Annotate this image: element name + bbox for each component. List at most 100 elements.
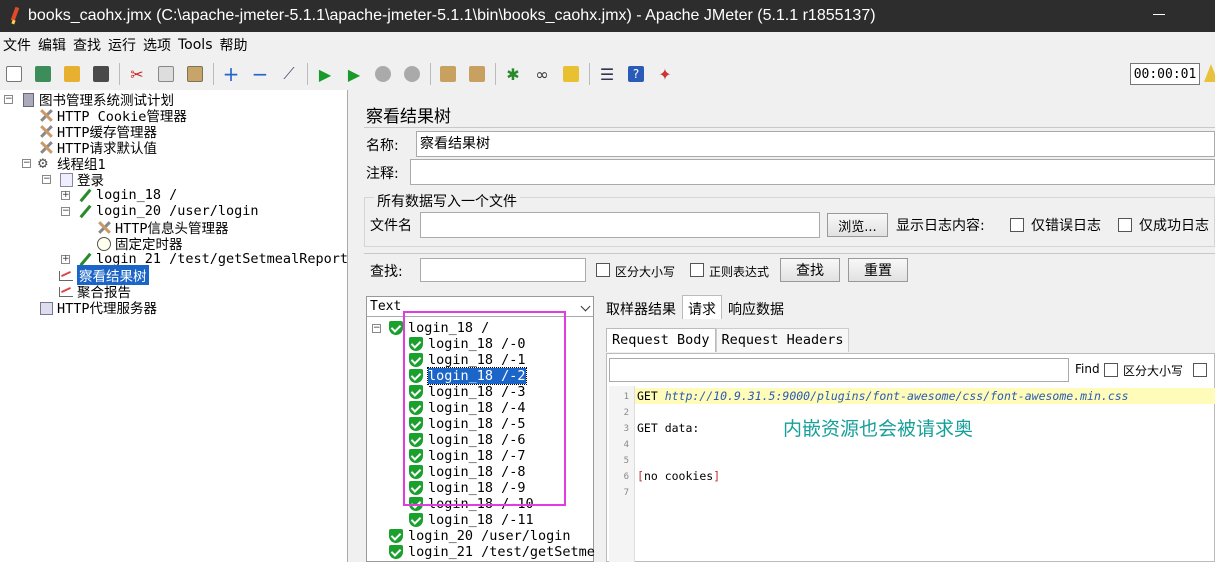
collapse-toggle[interactable]: −	[4, 95, 13, 104]
expand-toggle[interactable]: +	[61, 255, 70, 264]
panel-title: 察看结果树	[366, 107, 451, 127]
cookies-text: no cookies	[643, 469, 714, 483]
case-sensitive-checkbox[interactable]	[596, 263, 610, 277]
collapse-toggle[interactable]: −	[22, 159, 31, 168]
tree-node-login-controller[interactable]: 登录	[58, 171, 104, 189]
clear-all-icon[interactable]	[466, 63, 488, 85]
proxy-icon	[38, 300, 54, 315]
search-field[interactable]	[420, 258, 586, 282]
collapse-toggle[interactable]: −	[372, 324, 381, 333]
tree-node-proxy-server[interactable]: HTTP代理服务器	[38, 299, 157, 317]
result-label: login_21 /test/getSetme	[408, 544, 595, 560]
test-plan-tree: − 图书管理系统测试计划 HTTP Cookie管理器 HTTP缓存管理器 HT…	[0, 90, 348, 562]
search-button[interactable]: 查找	[780, 258, 840, 282]
minimize-icon[interactable]	[1153, 14, 1165, 15]
tab-sampler-result[interactable]: 取样器结果	[600, 295, 682, 319]
code-line-6: [no cookies]	[637, 469, 720, 483]
cut-icon[interactable]: ✂	[126, 63, 148, 85]
start-no-pause-icon[interactable]: ▶	[343, 63, 365, 85]
success-shield-icon	[389, 545, 403, 559]
result-item[interactable]: login_20 /user/login	[389, 528, 571, 544]
filename-field[interactable]	[420, 212, 820, 238]
result-tree: Text − login_18 / login_18 /-0 login_18 …	[366, 296, 595, 562]
success-shield-icon	[389, 321, 403, 335]
tab-request[interactable]: 请求	[682, 295, 722, 319]
reset-search-icon[interactable]	[560, 63, 582, 85]
code-line-3: GET data:	[637, 421, 700, 435]
toolbar: ✂ + − ⟋ ▶ ▶ ✱ ∞ ☰ ? ✦	[0, 58, 1215, 90]
regex-checkbox[interactable]	[690, 263, 704, 277]
http-method: GET	[637, 389, 665, 403]
name-field[interactable]: 察看结果树	[416, 131, 1215, 157]
bracket-close: ]	[713, 469, 721, 483]
shutdown-icon[interactable]	[401, 63, 423, 85]
search-icon[interactable]: ✱	[502, 63, 524, 85]
controller-icon	[58, 172, 74, 187]
tree-node-login-18[interactable]: login_18 /	[77, 187, 177, 203]
copy-icon[interactable]	[155, 63, 177, 85]
paste-icon[interactable]	[184, 63, 206, 85]
browse-button[interactable]: 浏览...	[827, 213, 888, 237]
collapse-toggle[interactable]: −	[61, 207, 70, 216]
filename-label: 文件名	[370, 218, 412, 234]
start-icon[interactable]: ▶	[314, 63, 336, 85]
toolbar-separator	[430, 63, 431, 85]
gear-icon	[38, 153, 54, 172]
tab-request-headers[interactable]: Request Headers	[715, 328, 850, 352]
remote-icon[interactable]: ✦	[654, 63, 676, 85]
collapse-icon[interactable]: −	[249, 62, 271, 86]
open-icon[interactable]	[61, 63, 83, 85]
clear-icon[interactable]	[437, 63, 459, 85]
tab-request-body[interactable]: Request Body	[606, 328, 716, 352]
errors-only-checkbox[interactable]	[1010, 218, 1024, 232]
menu-edit[interactable]: 编辑	[35, 35, 69, 55]
view-results-tree-panel: 察看结果树 名称: 察看结果树 注释: 所有数据写入一个文件 文件名 浏览...…	[360, 90, 1215, 562]
binoculars-icon[interactable]: ∞	[531, 63, 553, 85]
tab-response-data[interactable]: 响应数据	[722, 295, 790, 319]
expand-toggle[interactable]: +	[61, 191, 70, 200]
wrench-icon	[96, 220, 112, 235]
result-item[interactable]: login_21 /test/getSetme	[389, 544, 595, 560]
success-only-checkbox[interactable]	[1118, 218, 1132, 232]
templates-icon[interactable]	[32, 63, 54, 85]
timer-icon	[96, 236, 112, 251]
help-icon[interactable]: ?	[625, 63, 647, 85]
log-display-label: 显示日志内容:	[896, 218, 985, 234]
find-input[interactable]	[609, 358, 1069, 382]
comment-field[interactable]	[410, 159, 1215, 185]
result-label: login_18 /-11	[428, 512, 534, 528]
title-bar: books_caohx.jmx (C:\apache-jmeter-5.1.1\…	[0, 0, 1215, 32]
menu-help[interactable]: 帮助	[217, 35, 251, 55]
reset-button[interactable]: 重置	[848, 258, 908, 282]
collapse-toggle[interactable]: −	[42, 175, 51, 184]
stop-icon[interactable]	[372, 63, 394, 85]
result-item[interactable]: login_18 /-11	[409, 512, 534, 528]
find-regex-checkbox[interactable]	[1193, 363, 1207, 377]
function-helper-icon[interactable]: ☰	[596, 63, 618, 85]
file-group-title: 所有数据写入一个文件	[374, 191, 520, 211]
expand-icon[interactable]: +	[220, 62, 242, 86]
menu-options[interactable]: 选项	[140, 35, 174, 55]
find-case-checkbox[interactable]	[1104, 363, 1118, 377]
menu-file[interactable]: 文件	[0, 35, 34, 55]
toolbar-separator	[307, 63, 308, 85]
menu-run[interactable]: 运行	[105, 35, 139, 55]
code-line-1: GET http://10.9.31.5:9000/plugins/font-a…	[637, 389, 1129, 403]
warning-icon[interactable]	[1204, 64, 1215, 82]
split-pane-divider[interactable]	[349, 90, 360, 562]
line-number: 4	[623, 440, 629, 450]
tree-node-constant-timer[interactable]: 固定定时器	[96, 235, 183, 253]
wrench-icon	[38, 108, 54, 123]
toggle-icon[interactable]: ⟋	[278, 63, 300, 85]
window-title: books_caohx.jmx (C:\apache-jmeter-5.1.1\…	[28, 7, 876, 24]
menu-search[interactable]: 查找	[70, 35, 104, 55]
success-only-label: 仅成功日志	[1139, 218, 1209, 234]
bracket-open: [	[637, 469, 644, 483]
sampler-icon	[77, 204, 93, 219]
line-number: 3	[623, 424, 629, 434]
result-tabs: 取样器结果 请求 响应数据	[600, 295, 790, 319]
find-label: Find	[1075, 362, 1100, 376]
new-icon[interactable]	[3, 63, 25, 85]
menu-tools[interactable]: Tools	[175, 37, 216, 53]
save-icon[interactable]	[90, 63, 112, 85]
